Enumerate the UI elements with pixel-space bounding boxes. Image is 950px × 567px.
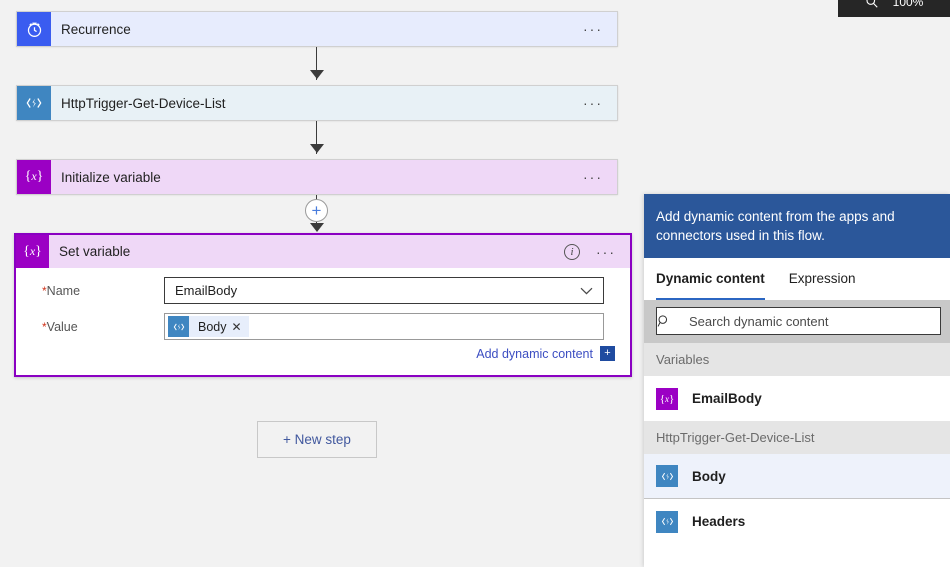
flow-step-http-trigger[interactable]: HttpTrigger-Get-Device-List ···	[16, 85, 618, 121]
item-label: Headers	[692, 514, 746, 529]
dynamic-content-panel: Add dynamic content from the apps and co…	[644, 194, 950, 567]
tab-label: Dynamic content	[656, 270, 765, 286]
set-variable-card[interactable]: {x} Set variable i ··· *Name EmailBody *…	[14, 233, 632, 377]
flow-canvas: Recurrence ··· HttpTrigger-Get-Device-Li…	[0, 0, 660, 567]
zoom-level-label: 100%	[892, 0, 924, 9]
azure-function-icon	[656, 465, 678, 487]
search-placeholder: Search dynamic content	[689, 313, 829, 329]
new-step-label: + New step	[283, 432, 351, 447]
item-label: Body	[692, 468, 726, 484]
add-dynamic-content-plus-icon[interactable]: +	[600, 346, 615, 361]
name-select[interactable]: EmailBody	[164, 277, 604, 304]
variable-icon: {x}	[17, 160, 51, 194]
tab-dynamic-content[interactable]: Dynamic content	[656, 258, 765, 300]
name-field-row: *Name EmailBody	[16, 277, 630, 304]
variable-icon: {x}	[16, 235, 49, 268]
azure-function-icon	[656, 510, 678, 533]
name-field-label: *Name	[16, 284, 164, 298]
connector-arrow-3	[310, 223, 324, 232]
add-dynamic-content-link[interactable]: Add dynamic content	[476, 347, 593, 361]
logic-app-designer: Recurrence ··· HttpTrigger-Get-Device-Li…	[0, 0, 950, 567]
flow-step-menu-button[interactable]: ···	[583, 96, 617, 110]
set-variable-menu-button[interactable]: ···	[596, 245, 630, 259]
item-label: EmailBody	[692, 391, 762, 406]
plus-icon: +	[311, 201, 322, 220]
flow-step-initialize-variable[interactable]: {x} Initialize variable ···	[16, 159, 618, 195]
name-select-value: EmailBody	[175, 283, 238, 298]
flow-step-title: HttpTrigger-Get-Device-List	[61, 95, 226, 111]
group-header-http-trigger: HttpTrigger-Get-Device-List	[644, 421, 950, 454]
dynamic-content-item-body[interactable]: Body	[644, 454, 950, 499]
value-field-row: *Value Body ✕	[16, 313, 630, 340]
name-label-text: Name	[46, 283, 81, 298]
set-variable-title: Set variable	[59, 244, 131, 259]
flow-step-title: Recurrence	[61, 21, 131, 37]
info-icon[interactable]: i	[564, 243, 580, 260]
connector-arrow-2	[310, 144, 324, 153]
new-step-button[interactable]: + New step	[257, 421, 377, 458]
connector-arrow-1	[310, 70, 324, 79]
token-label: Body	[198, 319, 227, 334]
search-icon	[657, 314, 689, 328]
add-dynamic-content-row: Add dynamic content +	[16, 346, 630, 361]
search-area: Search dynamic content	[644, 300, 950, 343]
group-header-variables: Variables	[644, 343, 950, 376]
dynamic-content-item-emailbody[interactable]: {x} EmailBody	[644, 376, 950, 421]
dynamic-content-token[interactable]: Body ✕	[168, 316, 249, 337]
value-input[interactable]: Body ✕	[164, 313, 604, 340]
panel-tabs: Dynamic content Expression	[644, 258, 950, 300]
tab-label: Expression	[788, 270, 856, 286]
clock-icon	[17, 12, 51, 46]
panel-banner: Add dynamic content from the apps and co…	[644, 194, 950, 258]
value-label-text: Value	[46, 319, 78, 334]
flow-step-menu-button[interactable]: ···	[583, 170, 617, 184]
azure-function-icon	[168, 316, 189, 337]
flow-step-title: Initialize variable	[61, 169, 161, 185]
remove-token-icon[interactable]: ✕	[232, 320, 249, 334]
zoom-control[interactable]: 100%	[838, 0, 950, 17]
azure-function-icon	[17, 86, 51, 120]
set-variable-header[interactable]: {x} Set variable i ···	[16, 235, 630, 268]
chevron-down-icon[interactable]	[580, 287, 593, 295]
search-input[interactable]: Search dynamic content	[656, 307, 941, 335]
flow-step-menu-button[interactable]: ···	[583, 22, 617, 36]
dynamic-content-item-headers[interactable]: Headers	[644, 499, 950, 544]
value-field-label: *Value	[16, 320, 164, 334]
insert-step-button[interactable]: +	[305, 199, 328, 222]
tab-expression[interactable]: Expression	[789, 258, 856, 300]
variable-icon: {x}	[656, 387, 678, 410]
magnifier-icon[interactable]	[865, 0, 879, 9]
flow-step-recurrence[interactable]: Recurrence ···	[16, 11, 618, 47]
